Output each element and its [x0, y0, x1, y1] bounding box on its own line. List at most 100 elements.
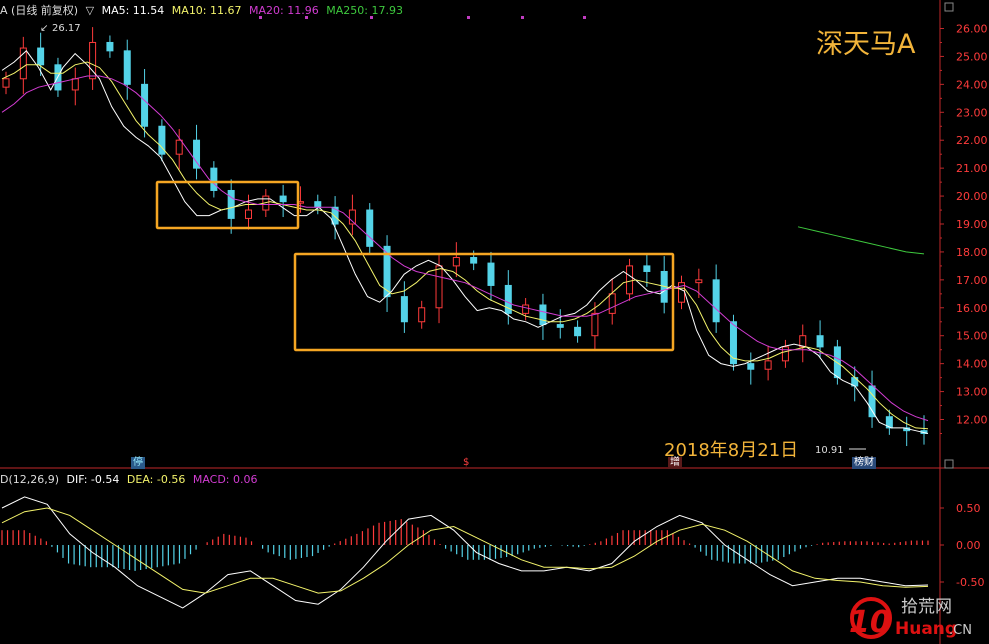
candle-body [366, 209, 374, 247]
date-annotation: 2018年8月21日 [664, 440, 799, 461]
candle-body [868, 385, 876, 418]
high-note: 26.17 [52, 23, 81, 34]
candle [660, 256, 668, 314]
price-tick-label: 18.00 [956, 246, 988, 259]
candle-body [2, 78, 10, 88]
candle-body [626, 265, 634, 295]
candle [678, 275, 686, 310]
candle [626, 258, 634, 301]
price-tick-label: 25.00 [956, 50, 988, 63]
badge-suspend[interactable]: 停 [131, 457, 145, 469]
candle [2, 71, 10, 95]
candle-body [106, 41, 114, 52]
badge-report[interactable]: 榜财 [852, 457, 876, 469]
moving-average-lines [1, 50, 929, 434]
badge-dollar[interactable]: $ [461, 457, 471, 469]
price-tick-label: 22.00 [956, 134, 988, 147]
candle-body [71, 78, 79, 91]
candle [37, 32, 45, 76]
macd-label: MACD: 0.06 [192, 473, 258, 486]
dea-label: DEA: -0.56 [126, 473, 186, 486]
candle [764, 345, 772, 381]
low-note: 10.91 [815, 445, 844, 456]
price-tick-label: 24.00 [956, 78, 988, 91]
stock-name: 深天马A [816, 29, 916, 60]
consolidation-box-2 [293, 252, 675, 352]
candle-body [193, 139, 201, 169]
candle [314, 194, 322, 215]
price-tick-label: 23.00 [956, 106, 988, 119]
ma5-line [1, 50, 929, 434]
candle-body [19, 47, 27, 80]
macd-legend: D(12,26,9) DIF: -0.54 DEA: -0.56 MACD: 0… [0, 473, 262, 489]
macd-tick-label: 0.50 [956, 502, 981, 515]
candle [193, 124, 201, 180]
badge-increase[interactable]: 增 [668, 457, 682, 469]
price-tick-label: 17.00 [956, 274, 988, 287]
candle-body [729, 321, 737, 365]
candle-body [643, 265, 651, 272]
candle-body [816, 335, 824, 348]
ma10-line [1, 61, 929, 430]
ma5-label: MA5: 11.54 [101, 4, 165, 17]
candle-body [487, 262, 495, 286]
candle-body [522, 304, 530, 314]
candle-body [400, 296, 408, 323]
dropdown-icon[interactable]: ▽ [86, 4, 94, 17]
candle [418, 300, 426, 329]
logo-en: Huang [895, 619, 957, 639]
price-tick-label: 21.00 [956, 162, 988, 175]
ma250-line [797, 226, 925, 255]
price-tick-label: 20.00 [956, 190, 988, 203]
scroll-down-icon[interactable] [944, 459, 954, 469]
candle-body [418, 307, 426, 323]
candle [556, 309, 564, 339]
candle-body [574, 326, 582, 337]
candle [279, 184, 287, 218]
logo-cn: 拾荒网 [901, 597, 952, 617]
candle-body [141, 83, 149, 127]
candle [747, 352, 755, 385]
dif-label: DIF: -0.54 [66, 473, 120, 486]
candle [868, 370, 876, 428]
candle-body [244, 209, 252, 219]
candle-body [539, 304, 547, 326]
macd-name: D(12,26,9) [0, 473, 60, 486]
candle [123, 39, 131, 100]
candle-body [591, 312, 599, 337]
candle-body [210, 167, 218, 191]
candle-body [695, 279, 703, 284]
candle-body [712, 279, 720, 323]
candle-body [37, 47, 45, 66]
candle-body [470, 257, 478, 264]
ma20-line [1, 75, 929, 422]
candle [244, 194, 252, 230]
price-tick-label: 19.00 [956, 218, 988, 231]
candle [799, 324, 807, 363]
candle-body [123, 50, 131, 85]
scroll-up-icon[interactable] [944, 2, 954, 12]
candle [608, 278, 616, 325]
macd-histogram [1, 519, 929, 571]
candle [574, 320, 582, 343]
ma250-label: MA250: 17.93 [326, 4, 403, 17]
candle-body [435, 265, 443, 309]
candle [106, 35, 114, 58]
macd-tick-label: -0.50 [956, 576, 984, 589]
price-chart: 26.00 25.00 24.00 23.00 22.00 21.00 20.00 19.00… [0, 0, 989, 644]
candle [712, 264, 720, 333]
candle [141, 68, 149, 138]
macd-tick-label: 0.00 [956, 539, 981, 552]
candle-body [556, 324, 564, 328]
candlestick-series [2, 27, 928, 447]
macd-axis: 0.50 0.00 -0.50 [940, 502, 984, 589]
candle [210, 161, 218, 198]
candle [851, 366, 859, 402]
ma20-label: MA20: 11.96 [249, 4, 319, 17]
candle-body [608, 293, 616, 314]
price-axis: 26.00 25.00 24.00 23.00 22.00 21.00 20.00 19.00… [940, 23, 988, 434]
price-tick-label: 16.00 [956, 302, 988, 315]
logo-icon: 10 拾荒网 Huang .CN [849, 597, 972, 640]
candle [903, 416, 911, 447]
candle [452, 242, 460, 278]
